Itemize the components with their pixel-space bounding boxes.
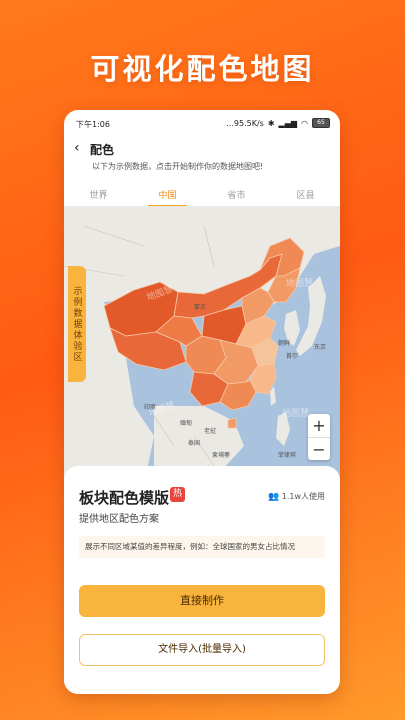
status-bar: 下午1:06 ...95.5K/s ✱ ▂▄▆ ◠ 65	[64, 110, 340, 136]
template-card: 板块配色模版 热 👥 1.1w人使用 提供地区配色方案 展示不同区域某值的差异程…	[64, 466, 340, 694]
label-myanmar: 缅甸	[180, 420, 193, 427]
bluetooth-icon: ✱	[267, 118, 275, 128]
zoom-control: + −	[308, 414, 330, 460]
phone-frame: 下午1:06 ...95.5K/s ✱ ▂▄▆ ◠ 65 ‹ 配色 以下为示例数…	[64, 110, 340, 694]
create-directly-button[interactable]: 直接制作	[79, 585, 325, 617]
map-svg	[64, 206, 340, 486]
label-cambodia: 柬埔寨	[212, 452, 231, 459]
tab-china[interactable]: 中国	[133, 182, 202, 207]
label-philippines: 菲律宾	[278, 452, 297, 459]
label-korea: 朝鲜	[278, 340, 291, 347]
page-title: 配色	[90, 143, 115, 157]
signal-icon: ▂▄▆	[278, 118, 298, 128]
label-thailand: 泰国	[188, 440, 201, 447]
template-title: 板块配色模版	[79, 489, 170, 507]
label-laos: 老挝	[204, 428, 217, 435]
file-import-button[interactable]: 文件导入(批量导入)	[79, 634, 325, 666]
hot-badge: 热	[170, 487, 185, 502]
back-icon[interactable]: ‹	[74, 140, 80, 156]
sample-data-tab[interactable]: 示例数据体验区	[68, 266, 86, 382]
zoom-out-button[interactable]: −	[308, 438, 330, 461]
status-time: 下午1:06	[76, 120, 110, 129]
usage-count: 👥 1.1w人使用	[268, 491, 325, 502]
watermark-2: 地图慧	[286, 279, 314, 289]
status-right: ...95.5K/s ✱ ▂▄▆ ◠ 65	[226, 118, 330, 128]
region-hainan	[227, 417, 237, 429]
nav-bar: ‹ 配色 以下为示例数据，点击开始制作你的数据地图吧!	[64, 140, 340, 176]
label-seoul: 首尔	[286, 353, 299, 360]
wifi-icon: ◠	[301, 118, 308, 128]
hero-title: 可视化配色地图	[90, 52, 315, 86]
page-subtitle: 以下为示例数据，点击开始制作你的数据地图吧!	[92, 162, 264, 171]
label-tokyo: 东京	[314, 344, 327, 351]
label-mongolia: 蒙古	[194, 304, 207, 311]
network-speed: ...95.5K/s	[226, 118, 264, 128]
region-tabs: 世界 中国 省市 区县	[64, 182, 340, 207]
watermark-4: 地图慧	[282, 409, 310, 419]
tab-county[interactable]: 区县	[271, 182, 340, 206]
usage-text: 1.1w人使用	[281, 492, 325, 501]
template-subtitle: 提供地区配色方案	[79, 514, 159, 525]
template-description: 展示不同区域某值的差异程度，例如：全球国家的男女占比情况	[79, 536, 325, 558]
zoom-in-button[interactable]: +	[308, 414, 330, 438]
users-icon: 👥	[267, 492, 280, 502]
tab-province[interactable]: 省市	[202, 182, 271, 206]
battery-icon: 65	[312, 118, 330, 128]
map-view[interactable]: 蒙古 朝鲜 首尔 东京 印度 缅甸 老挝 泰国 柬埔寨 菲律宾 地图慧 地图慧 …	[64, 206, 340, 486]
tab-world[interactable]: 世界	[64, 182, 133, 206]
